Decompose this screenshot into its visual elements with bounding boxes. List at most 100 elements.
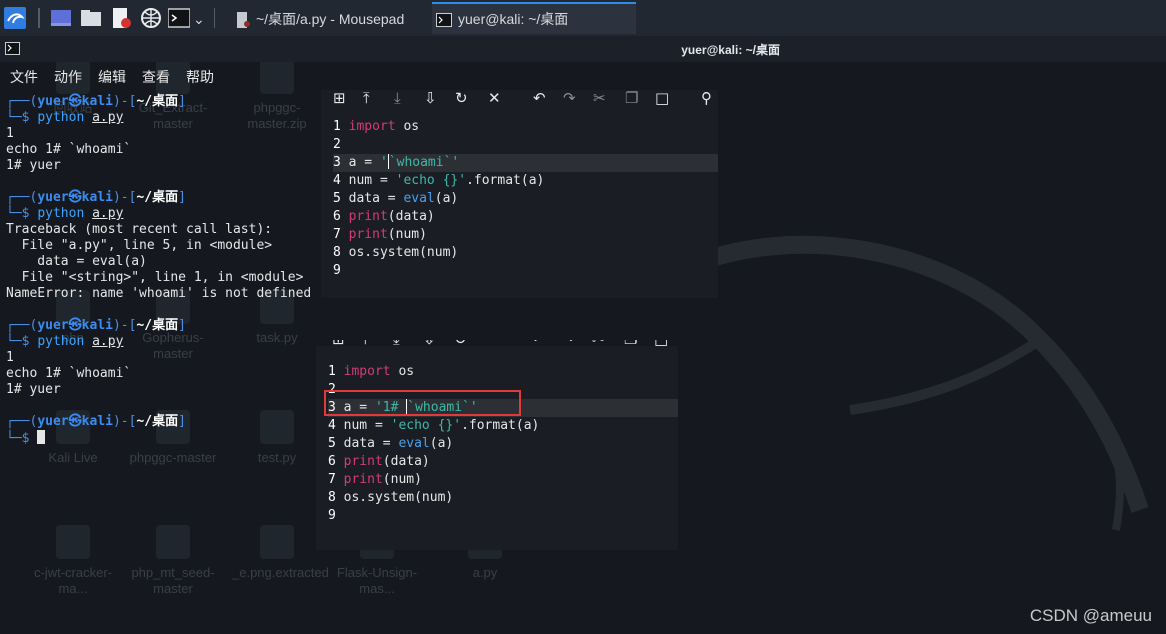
code-keyword: import xyxy=(348,119,396,134)
prompt-corner: ┌──( xyxy=(6,318,38,333)
terminal-titlebar[interactable]: yuer@kali: ~/桌面 xyxy=(0,36,1166,62)
terminal-launcher-dropdown-icon[interactable]: ⌄ xyxy=(193,4,205,34)
reload-icon[interactable]: ↻ xyxy=(454,340,467,349)
upload-icon[interactable]: ⤒ xyxy=(363,88,370,108)
prompt-path: ~/桌面 xyxy=(136,414,179,429)
prompt-dollar: └─$ xyxy=(6,334,38,349)
code-line: 8 os.system(num) xyxy=(328,489,678,507)
desktop-icon[interactable]: _e.png.extracted xyxy=(232,525,329,581)
code-text: .format(a) xyxy=(466,173,545,188)
command-line: └─$ python a.py xyxy=(6,110,336,126)
code-line: 4 num = 'echo {}'.format(a) xyxy=(333,172,718,190)
upload-icon[interactable]: ⤒ xyxy=(362,340,369,349)
command-line[interactable]: └─$ xyxy=(6,430,336,446)
kali-menu-icon[interactable] xyxy=(4,7,26,29)
command-name: python xyxy=(37,334,93,349)
code-text: num = xyxy=(348,173,396,188)
task-mousepad[interactable]: ~/桌面/a.py - Mousepad xyxy=(236,4,404,34)
file-icon xyxy=(260,525,294,559)
close-icon[interactable]: ✕ xyxy=(488,88,501,108)
code-keyword: eval xyxy=(398,436,430,451)
menu-help[interactable]: 帮助 xyxy=(186,67,214,87)
prompt-corner: ┌──( xyxy=(6,414,38,429)
redo-icon[interactable]: ↷ xyxy=(563,88,576,108)
terminal-launcher-icon[interactable] xyxy=(168,7,190,29)
desktop-icon[interactable]: php_mt_seed-master xyxy=(128,525,218,597)
code-text: data = xyxy=(343,436,399,451)
save-as-icon[interactable]: ⇩ xyxy=(423,340,436,349)
prompt-user: yuer㉿kali xyxy=(37,414,113,429)
paste-icon[interactable]: □ xyxy=(655,88,669,108)
editor-code-area[interactable]: 1 import os 2 3 a = '1# `whoami`' 4 num = … xyxy=(328,363,678,525)
task-mousepad-label: ~/桌面/a.py - Mousepad xyxy=(256,11,405,27)
command-name: python xyxy=(37,206,93,221)
code-keyword: print xyxy=(348,227,388,242)
output-line: echo 1# `whoami` xyxy=(6,366,132,381)
code-string: ' xyxy=(379,155,388,170)
code-line: 5 data = eval(a) xyxy=(328,435,678,453)
browser-globe-icon[interactable] xyxy=(140,7,162,29)
code-line: 7 print(num) xyxy=(328,471,678,489)
prompt-path: ~/桌面 xyxy=(136,190,179,205)
line-number: 9 xyxy=(328,508,344,523)
redo-icon[interactable]: ↷ xyxy=(562,340,575,349)
new-file-icon[interactable]: ⊞ xyxy=(333,88,346,108)
new-file-icon[interactable]: ⊞ xyxy=(332,340,345,349)
command-arg: a.py xyxy=(92,206,124,221)
download-icon[interactable]: ⤓ xyxy=(393,340,400,349)
desktop-icon[interactable]: c-jwt-cracker-ma... xyxy=(28,525,118,597)
output-line: echo 1# `whoami` xyxy=(6,142,132,157)
cut-icon[interactable]: ✂ xyxy=(593,88,606,108)
file-manager-icon[interactable] xyxy=(80,7,102,29)
paste-icon[interactable]: □ xyxy=(654,340,668,349)
code-keyword: print xyxy=(343,472,383,487)
document-icon xyxy=(237,12,250,29)
copy-icon[interactable]: ❐ xyxy=(624,340,637,349)
undo-icon[interactable]: ↶ xyxy=(532,340,545,349)
code-line: 6 print(data) xyxy=(328,453,678,471)
download-icon[interactable]: ⤓ xyxy=(394,88,401,108)
prompt-line: ┌──(yuer㉿kali)-[~/桌面] xyxy=(6,94,336,110)
editor-code-area[interactable]: 1 import os 2 3 a = '`whoami`' 4 num = 'ec… xyxy=(333,118,718,280)
mousepad-editor-top[interactable]: ⊞ ⤒ ⤓ ⇩ ↻ ✕ ↶ ↷ ✂ ❐ □ ⚲ 1 import os 2 3 a… xyxy=(321,88,718,298)
code-line: 3 a = '`whoami`' xyxy=(333,154,718,172)
task-terminal[interactable]: yuer@kali: ~/桌面 xyxy=(432,2,636,34)
prompt-line: ┌──(yuer㉿kali)-[~/桌面] xyxy=(6,414,336,430)
copy-icon[interactable]: ❐ xyxy=(625,88,638,108)
terminal-output[interactable]: ┌──(yuer㉿kali)-[~/桌面] └─$ python a.py 1 ech… xyxy=(6,94,336,446)
desktop-icon-label: test.py xyxy=(257,450,297,465)
output-line: NameError: name 'whoami' is not defined xyxy=(6,286,312,301)
undo-icon[interactable]: ↶ xyxy=(533,88,546,108)
code-text: data = xyxy=(348,191,404,206)
menu-view[interactable]: 查看 xyxy=(142,67,170,87)
prompt-path: ~/桌面 xyxy=(136,94,179,109)
code-text: os xyxy=(390,364,415,379)
code-string: `whoami`' xyxy=(388,155,460,170)
cut-icon[interactable]: ✂ xyxy=(592,340,605,349)
show-desktop-icon[interactable] xyxy=(50,7,72,29)
search-icon[interactable]: ⚲ xyxy=(701,88,712,108)
command-line: └─$ python a.py xyxy=(6,334,336,350)
menu-edit[interactable]: 编辑 xyxy=(98,67,126,87)
code-text: (data) xyxy=(387,209,435,224)
highlight-box xyxy=(324,390,521,416)
csdn-watermark: CSDN @ameuu xyxy=(1029,606,1152,625)
prompt-path: ~/桌面 xyxy=(136,318,179,333)
desktop-icon-label: a.py xyxy=(472,565,498,580)
reload-icon[interactable]: ↻ xyxy=(455,88,468,108)
mousepad-editor-bottom[interactable]: ⊞ ⤒ ⤓ ⇩ ↻ ↶ ↷ ✂ ❐ □ 1 import os2 3 a = '… xyxy=(316,340,678,550)
line-number: 9 xyxy=(333,263,349,278)
line-number: 1 xyxy=(333,119,349,134)
prompt-close: ] xyxy=(178,318,186,333)
menu-file[interactable]: 文件 xyxy=(10,67,38,87)
output-line: File "a.py", line 5, in <module> xyxy=(6,238,273,253)
text-editor-icon[interactable] xyxy=(110,7,132,29)
code-keyword: print xyxy=(348,209,388,224)
save-as-icon[interactable]: ⇩ xyxy=(424,88,437,108)
output-line: 1# yuer xyxy=(6,382,61,397)
menu-action[interactable]: 动作 xyxy=(54,67,82,87)
editor-toolbar: ⊞ ⤒ ⤓ ⇩ ↻ ✕ ↶ ↷ ✂ ❐ □ ⚲ xyxy=(321,88,718,110)
code-keyword: print xyxy=(343,454,383,469)
prompt-dollar: └─$ xyxy=(6,431,38,446)
prompt-user: yuer㉿kali xyxy=(37,318,113,333)
